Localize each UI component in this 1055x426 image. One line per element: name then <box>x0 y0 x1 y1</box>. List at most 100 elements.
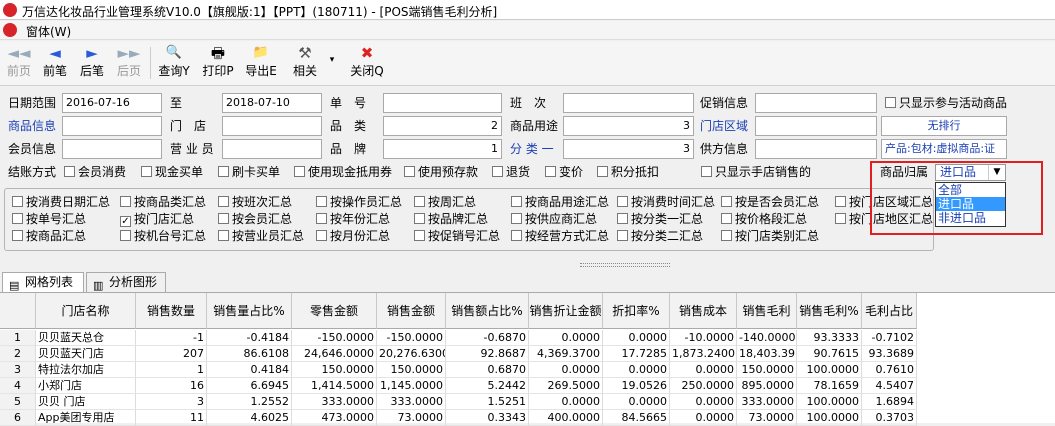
column-header[interactable]: 销售量占比% <box>207 293 292 329</box>
table-cell[interactable]: 73.0000 <box>377 410 446 426</box>
settle-points-checkbox[interactable]: 积分抵扣 <box>597 165 659 181</box>
chevron-down-icon[interactable]: ▼ <box>988 165 1005 180</box>
table-cell[interactable]: 333.0000 <box>377 394 446 410</box>
table-cell[interactable]: 1,873.2400 <box>670 346 737 362</box>
store-area-input[interactable] <box>755 116 877 136</box>
table-cell[interactable]: 4,369.3700 <box>529 346 603 362</box>
table-cell[interactable]: 0.0000 <box>670 362 737 378</box>
summary-option-checkbox[interactable]: 按门店类别汇总 <box>721 229 819 245</box>
table-cell[interactable]: -0.4184 <box>207 330 292 346</box>
table-cell[interactable]: 19.0526 <box>603 378 670 394</box>
store-input[interactable] <box>222 116 322 136</box>
settle-price-change-checkbox[interactable]: 变价 <box>545 165 583 181</box>
table-cell[interactable]: 1.6894 <box>862 394 917 410</box>
table-cell[interactable]: -10.0000 <box>670 330 737 346</box>
table-cell[interactable]: 73.0000 <box>737 410 797 426</box>
summary-option-checkbox[interactable]: 按商品类汇总 <box>120 195 206 211</box>
summary-option-checkbox[interactable]: 按年份汇总 <box>316 212 390 228</box>
settle-voucher-checkbox[interactable]: 使用现金抵用券 <box>294 165 392 181</box>
export-button[interactable]: 📁 导出E <box>243 43 279 83</box>
column-header[interactable]: 折扣率% <box>603 293 670 329</box>
table-cell[interactable]: 0.0000 <box>529 330 603 346</box>
table-cell[interactable]: 473.0000 <box>292 410 377 426</box>
summary-option-checkbox[interactable]: 按供应商汇总 <box>511 212 597 228</box>
print-button[interactable]: 🖶 打印P <box>200 43 236 83</box>
table-cell[interactable]: 207 <box>136 346 207 362</box>
row-index-cell[interactable]: 5 <box>0 394 36 410</box>
table-cell[interactable]: 100.0000 <box>797 410 862 426</box>
class-input[interactable] <box>563 93 694 113</box>
option-imported[interactable]: 进口品 <box>936 197 1005 211</box>
close-button[interactable]: ✖ 关闭Q <box>349 43 385 83</box>
summary-option-checkbox[interactable]: 按消费时间汇总 <box>617 195 715 211</box>
table-cell[interactable]: 100.0000 <box>797 394 862 410</box>
row-index-cell[interactable]: 3 <box>0 362 36 378</box>
order-no-input[interactable] <box>383 93 502 113</box>
column-header[interactable]: 销售毛利 <box>737 293 797 329</box>
table-cell[interactable]: 150.0000 <box>292 362 377 378</box>
settle-cash-checkbox[interactable]: 现金买单 <box>141 165 203 181</box>
ranking-select[interactable]: 无排行 <box>881 116 1007 136</box>
summary-option-checkbox[interactable]: 按商品用途汇总 <box>511 195 609 211</box>
summary-option-checkbox[interactable]: 按是否会员汇总 <box>721 195 819 211</box>
table-cell[interactable]: 0.3343 <box>446 410 529 426</box>
summary-option-checkbox[interactable]: 按价格段汇总 <box>721 212 807 228</box>
table-cell[interactable]: 150.0000 <box>377 362 446 378</box>
summary-option-checkbox[interactable]: ✓ 按门店汇总 <box>120 212 194 228</box>
table-cell[interactable]: 84.5665 <box>603 410 670 426</box>
column-header[interactable]: 销售数量 <box>136 293 207 329</box>
class1-label[interactable]: 分 类 一 <box>510 139 554 159</box>
last-page-button[interactable]: ►► 后页 <box>114 43 144 83</box>
table-cell[interactable]: App美团专用店 <box>36 410 136 426</box>
first-page-button[interactable]: ◄◄ 前页 <box>4 43 34 83</box>
summary-option-checkbox[interactable]: 按机台号汇总 <box>120 229 206 245</box>
table-cell[interactable]: 0.0000 <box>603 362 670 378</box>
tab-grid-list[interactable]: ▤ 网格列表 <box>2 272 84 292</box>
only-manual-sales-checkbox[interactable]: 只显示手店销售的 <box>701 165 811 181</box>
table-cell[interactable]: 86.6108 <box>207 346 292 362</box>
table-cell[interactable]: 11 <box>136 410 207 426</box>
summary-option-checkbox[interactable]: 按分类一汇总 <box>617 212 703 228</box>
table-cell[interactable]: 333.0000 <box>292 394 377 410</box>
goods-attr-select[interactable]: 进口品 ▼ <box>935 164 1006 181</box>
goods-info-input[interactable] <box>62 116 162 136</box>
table-cell[interactable]: 20,276.6300 <box>377 346 446 362</box>
summary-option-checkbox[interactable]: 按单号汇总 <box>12 212 86 228</box>
goods-use-input[interactable]: 3 <box>563 116 694 136</box>
table-cell[interactable]: -150.0000 <box>292 330 377 346</box>
category-input[interactable]: 2 <box>383 116 502 136</box>
option-all[interactable]: 全部 <box>936 183 1005 197</box>
table-cell[interactable]: -1 <box>136 330 207 346</box>
table-cell[interactable]: 5.2442 <box>446 378 529 394</box>
column-header[interactable]: 门店名称 <box>36 293 136 329</box>
table-cell[interactable]: 100.0000 <box>797 362 862 378</box>
panel-splitter[interactable] <box>580 263 670 267</box>
table-cell[interactable]: 269.5000 <box>529 378 603 394</box>
table-cell[interactable]: -150.0000 <box>377 330 446 346</box>
store-area-label[interactable]: 门店区域 <box>700 116 748 136</box>
table-cell[interactable]: 400.0000 <box>529 410 603 426</box>
settle-prepay-checkbox[interactable]: 使用预存款 <box>404 165 478 181</box>
column-header[interactable]: 零售金额 <box>292 293 377 329</box>
table-cell[interactable]: 93.3333 <box>797 330 862 346</box>
column-header[interactable]: 销售毛利% <box>797 293 862 329</box>
summary-option-checkbox[interactable]: 按商品汇总 <box>12 229 86 245</box>
table-cell[interactable]: 16 <box>136 378 207 394</box>
only-promo-checkbox[interactable]: 只显示参与活动商品 <box>885 96 1007 112</box>
goods-info-label[interactable]: 商品信息 <box>8 116 56 136</box>
summary-option-checkbox[interactable]: 按会员汇总 <box>218 212 292 228</box>
summary-option-checkbox[interactable]: 按班次汇总 <box>218 195 292 211</box>
table-cell[interactable]: 特拉法尔加店 <box>36 362 136 378</box>
table-cell[interactable]: 333.0000 <box>737 394 797 410</box>
table-cell[interactable]: 0.0000 <box>603 394 670 410</box>
query-button[interactable]: 🔍 查询Y <box>156 43 192 83</box>
table-cell[interactable]: 150.0000 <box>737 362 797 378</box>
summary-option-checkbox[interactable]: 按周汇总 <box>414 195 476 211</box>
row-index-cell[interactable]: 4 <box>0 378 36 394</box>
class1-input[interactable]: 3 <box>563 139 694 159</box>
settle-member-checkbox[interactable]: 会员消费 <box>64 165 126 181</box>
row-index-cell[interactable]: 1 <box>0 330 36 346</box>
related-button[interactable]: ⚒ 相关 <box>289 43 321 83</box>
table-cell[interactable]: 90.7615 <box>797 346 862 362</box>
table-cell[interactable]: 1.2552 <box>207 394 292 410</box>
